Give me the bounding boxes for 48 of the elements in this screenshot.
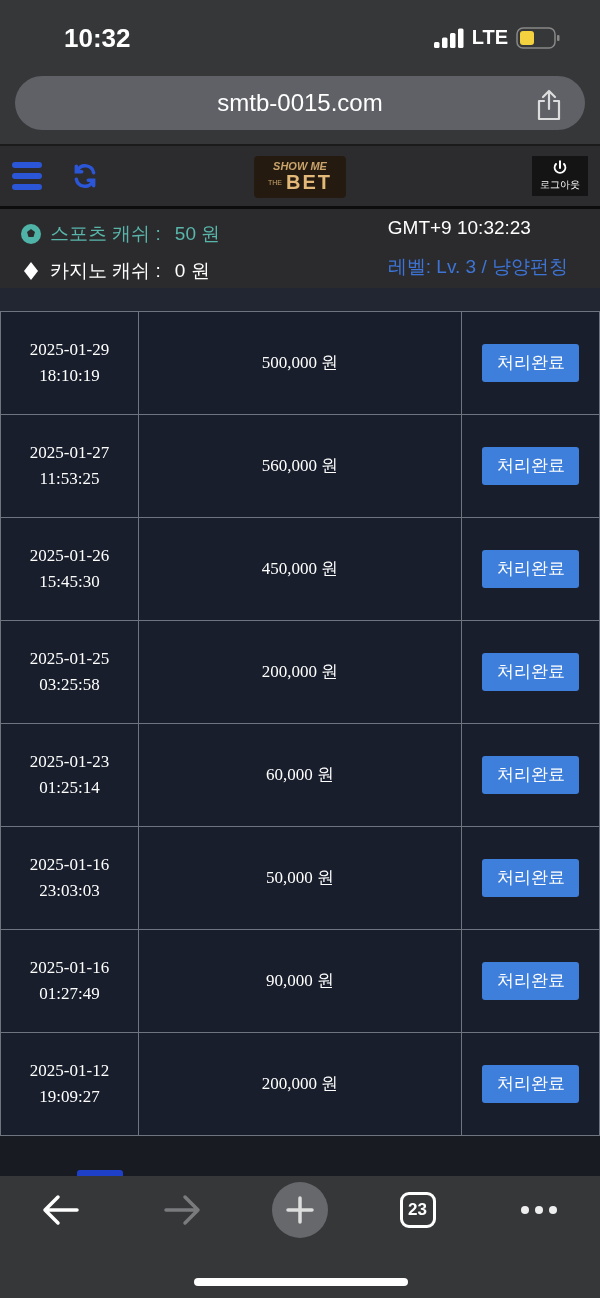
clock-text: GMT+9 10:32:23: [387, 216, 532, 240]
network-label: LTE: [471, 26, 508, 50]
sports-cash-label: 스포츠 캐쉬 :: [50, 221, 161, 246]
sports-cash-value: 50 원: [174, 221, 221, 246]
battery-icon: [516, 26, 560, 49]
tab-count-button[interactable]: 23: [399, 1191, 436, 1228]
date-cell-text: 2025-01-25 03:25:58: [29, 647, 110, 696]
url-text: smtb-0015.com: [217, 88, 383, 117]
amount-cell-text: 50,000 원: [266, 866, 334, 889]
amount-cell-text: 90,000 원: [266, 969, 334, 992]
date-cell-text: 2025-01-23 01:25:14: [29, 750, 110, 799]
amount-cell-text: 200,000 원: [261, 1072, 339, 1095]
address-bar[interactable]: smtb-0015.com: [15, 75, 585, 130]
amount-cell-text: 560,000 원: [261, 454, 339, 477]
status-button[interactable]: 처리완료: [482, 343, 579, 382]
date-cell-text: 2025-01-16 01:27:49: [29, 956, 110, 1005]
status-button[interactable]: 처리완료: [482, 1064, 579, 1103]
more-icon: [520, 1204, 559, 1215]
back-arrow-icon: [40, 1192, 81, 1227]
soccer-ball-icon: [20, 222, 42, 245]
status-button[interactable]: 처리완료: [482, 549, 579, 588]
level-text: 레벨: Lv. 3 / 냥양펀칭: [387, 255, 568, 280]
date-cell-text: 2025-01-27 11:53:25: [29, 441, 110, 490]
status-button[interactable]: 처리완료: [482, 961, 579, 1000]
status-button[interactable]: 처리완료: [482, 755, 579, 794]
date-cell-text: 2025-01-16 23:03:03: [29, 853, 110, 902]
forward-arrow-icon: [162, 1192, 203, 1227]
plus-icon: [285, 1194, 315, 1225]
casino-cash-value: 0 원: [174, 258, 210, 283]
status-button[interactable]: 처리완료: [482, 858, 579, 897]
share-icon[interactable]: [535, 88, 563, 121]
date-cell-text: 2025-01-29 18:10:19: [29, 338, 110, 387]
status-time: 10:32: [64, 23, 131, 55]
logout-button[interactable]: 로그아웃: [532, 155, 588, 196]
amount-cell-text: 450,000 원: [261, 557, 339, 580]
status-button[interactable]: 처리완료: [482, 446, 579, 485]
casino-cash-label: 카지노 캐쉬 :: [50, 258, 161, 283]
signal-icon: [433, 27, 464, 48]
amount-cell-text: 200,000 원: [261, 660, 339, 683]
amount-cell-text: 500,000 원: [261, 351, 339, 374]
date-cell-text: 2025-01-26 15:45:30: [29, 544, 110, 593]
amount-cell-text: 60,000 원: [266, 763, 334, 786]
power-icon: [552, 159, 568, 176]
menu-icon[interactable]: [12, 161, 42, 190]
status-button[interactable]: 처리완료: [482, 652, 579, 691]
tab-indicator: [77, 1169, 123, 1176]
refresh-icon[interactable]: [72, 162, 98, 189]
date-cell-text: 2025-01-12 19:09:27: [29, 1059, 110, 1108]
